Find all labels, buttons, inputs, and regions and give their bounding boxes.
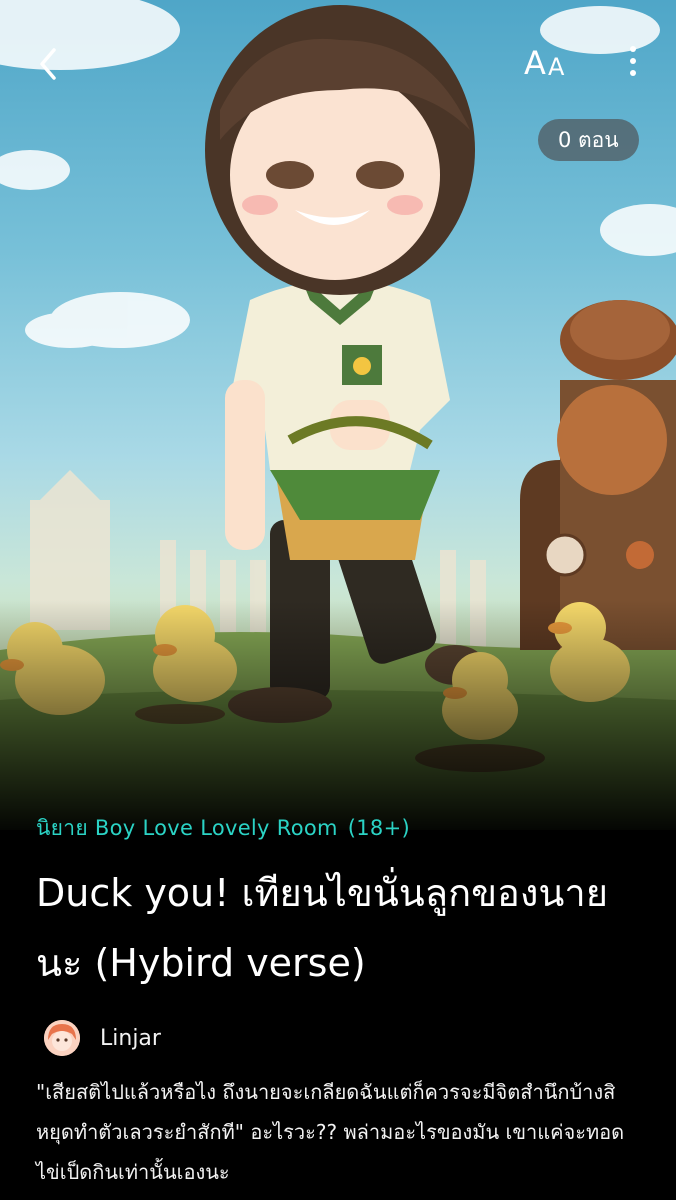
font-size-icon-small: A bbox=[548, 53, 565, 81]
age-rating: (18+) bbox=[347, 816, 410, 840]
novel-synopsis: "เสียสติไปแล้วหรือไง ถึงนายจะเกลียดฉันแต… bbox=[36, 1080, 625, 1184]
more-vertical-icon bbox=[618, 46, 648, 76]
more-button[interactable] bbox=[618, 42, 648, 86]
author-name: Linjar bbox=[100, 1025, 161, 1051]
font-size-button[interactable]: A A bbox=[520, 40, 576, 88]
episode-count-badge: 0 ตอน bbox=[538, 119, 639, 161]
category-label: นิยาย Boy Love Lovely Room bbox=[36, 816, 338, 840]
back-button[interactable] bbox=[30, 42, 70, 86]
cover-fade bbox=[0, 600, 676, 830]
chevron-left-icon bbox=[40, 48, 56, 80]
novel-title: Duck you! เทียนไขนั่นลูกของนายนะ (Hybird… bbox=[36, 871, 609, 985]
font-size-icon-large: A bbox=[524, 44, 546, 82]
novel-category[interactable]: นิยาย Boy Love Lovely Room (18+) bbox=[36, 812, 410, 845]
avatar-illustration bbox=[44, 1020, 80, 1056]
author-link[interactable]: Linjar bbox=[44, 1019, 161, 1057]
author-avatar bbox=[44, 1020, 80, 1056]
top-bar: A A 0 ตอน bbox=[0, 0, 676, 161]
